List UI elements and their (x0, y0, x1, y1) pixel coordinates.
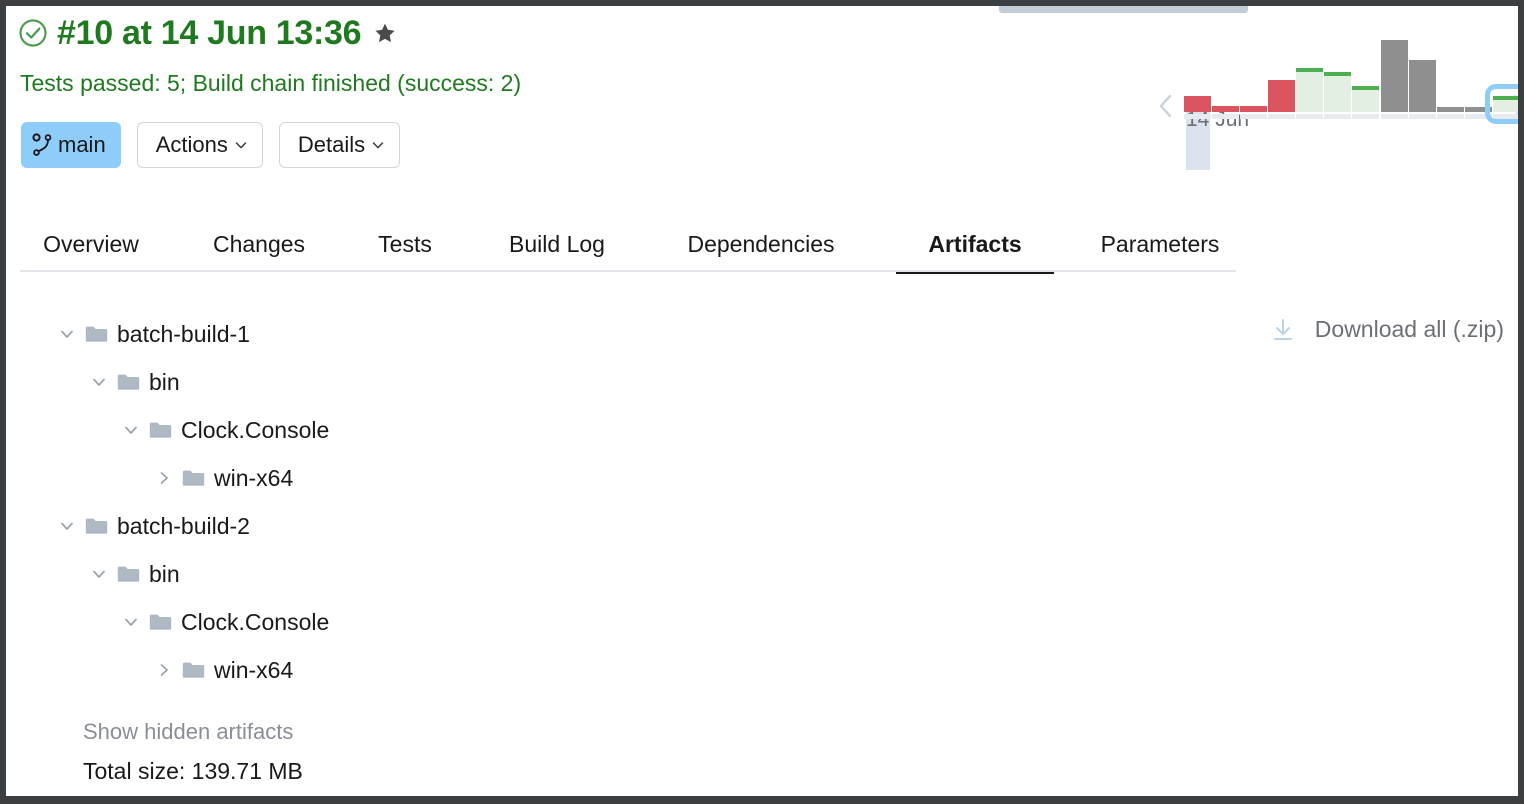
star-icon[interactable] (370, 21, 397, 45)
history-bar[interactable] (1212, 106, 1239, 119)
build-title-row: #10 at 14 Jun 13:36 (18, 14, 397, 52)
folder-icon (182, 469, 205, 487)
tree-node-label: batch-build-1 (117, 320, 250, 347)
branch-name: main (58, 132, 106, 157)
tree-node-label: Clock.Console (181, 608, 330, 635)
folder-icon (85, 517, 108, 535)
chevron-down-icon[interactable] (122, 421, 140, 439)
total-size-label: Total size: 139.71 MB (83, 758, 303, 784)
history-bar[interactable] (1381, 40, 1408, 119)
chevron-down-icon[interactable] (58, 517, 76, 535)
tree-node[interactable]: Clock.Console (48, 598, 748, 646)
history-bar[interactable] (1240, 106, 1267, 119)
download-icon (1272, 318, 1294, 342)
tab-tests[interactable]: Tests (358, 222, 452, 274)
tabs-divider (20, 270, 1236, 272)
chevron-down-icon[interactable] (90, 373, 108, 391)
tree-node[interactable]: win-x64 (48, 454, 748, 502)
tab-parameters[interactable]: Parameters (1078, 222, 1242, 274)
chevron-right-icon[interactable] (155, 469, 173, 487)
page-title: #10 at 14 Jun 13:36 (57, 14, 362, 52)
history-bar[interactable] (1184, 96, 1211, 119)
download-all-link[interactable]: Download all (.zip) (1272, 316, 1504, 343)
tab-label: Build Log (509, 231, 605, 257)
tab-label: Dependencies (687, 231, 835, 257)
chevron-down-icon[interactable] (122, 613, 140, 631)
tab-artifacts[interactable]: Artifacts (896, 222, 1054, 274)
tab-label: Parameters (1100, 231, 1220, 257)
chevron-down-icon[interactable] (90, 565, 108, 583)
download-all-label: Download all (.zip) (1314, 316, 1504, 342)
history-prev-button[interactable] (1156, 93, 1176, 119)
tree-node[interactable]: bin (48, 358, 748, 406)
artifact-tree: batch-build-1 bin Clock.Console win-x64 batc… (48, 310, 748, 694)
build-status-text: Tests passed: 5; Build chain finished (s… (20, 70, 522, 96)
check-circle-icon (18, 18, 48, 48)
history-bar[interactable] (1409, 60, 1436, 119)
tree-node-label: bin (149, 368, 180, 395)
tab-changes[interactable]: Changes (192, 222, 326, 274)
tab-label: Changes (212, 231, 306, 257)
build-page: #10 at 14 Jun 13:36 Tests passed: 5; Bui… (6, 6, 1518, 796)
history-bar[interactable] (1437, 107, 1464, 119)
tab-build-log[interactable]: Build Log (484, 222, 630, 274)
tree-node-label: bin (149, 560, 180, 587)
folder-icon (85, 325, 108, 343)
tree-node[interactable]: win-x64 (48, 646, 748, 694)
actions-button-label: Actions (155, 132, 228, 157)
tree-node-label: Clock.Console (181, 416, 330, 443)
folder-icon (117, 565, 140, 583)
tab-label: Tests (378, 231, 432, 257)
tab-label: Overview (43, 231, 139, 257)
build-tabs: Overview Changes Tests Build Log Dependencie… (6, 222, 1246, 274)
tree-node[interactable]: batch-build-2 (48, 502, 748, 550)
tab-label: Artifacts (928, 231, 1022, 257)
tab-dependencies[interactable]: Dependencies (662, 222, 860, 274)
chevron-down-icon (371, 138, 385, 152)
history-bars: 14 Jun (1184, 14, 1518, 174)
details-button[interactable]: Details (278, 122, 401, 168)
history-bar[interactable] (1268, 80, 1295, 119)
actions-button[interactable]: Actions (136, 122, 263, 168)
tree-node-label: win-x64 (214, 464, 294, 491)
tree-node-label: win-x64 (214, 656, 294, 683)
tree-node[interactable]: batch-build-1 (48, 310, 748, 358)
top-cut-off-bar (999, 6, 1248, 13)
history-bar[interactable] (1296, 68, 1323, 119)
details-button-label: Details (297, 132, 366, 157)
show-hidden-artifacts-link[interactable]: Show hidden artifacts (83, 719, 293, 745)
history-selected-build-ring[interactable] (1485, 84, 1518, 124)
build-history-chart: 14 Jun (1146, 14, 1518, 174)
history-bar[interactable] (1324, 72, 1351, 119)
tree-node-label: batch-build-2 (117, 512, 250, 539)
tree-node[interactable]: Clock.Console (48, 406, 748, 454)
history-bar[interactable] (1352, 86, 1379, 119)
folder-icon (149, 613, 172, 631)
build-actions-toolbar: main Actions Details (21, 122, 401, 168)
chevron-down-icon (234, 138, 248, 152)
chevron-right-icon[interactable] (155, 661, 173, 679)
git-branch-icon (32, 133, 53, 157)
folder-icon (149, 421, 172, 439)
tab-overview[interactable]: Overview (20, 222, 162, 274)
folder-icon (117, 373, 140, 391)
folder-icon (182, 661, 205, 679)
tree-node[interactable]: bin (48, 550, 748, 598)
branch-button[interactable]: main (21, 122, 121, 168)
chevron-down-icon[interactable] (58, 325, 76, 343)
